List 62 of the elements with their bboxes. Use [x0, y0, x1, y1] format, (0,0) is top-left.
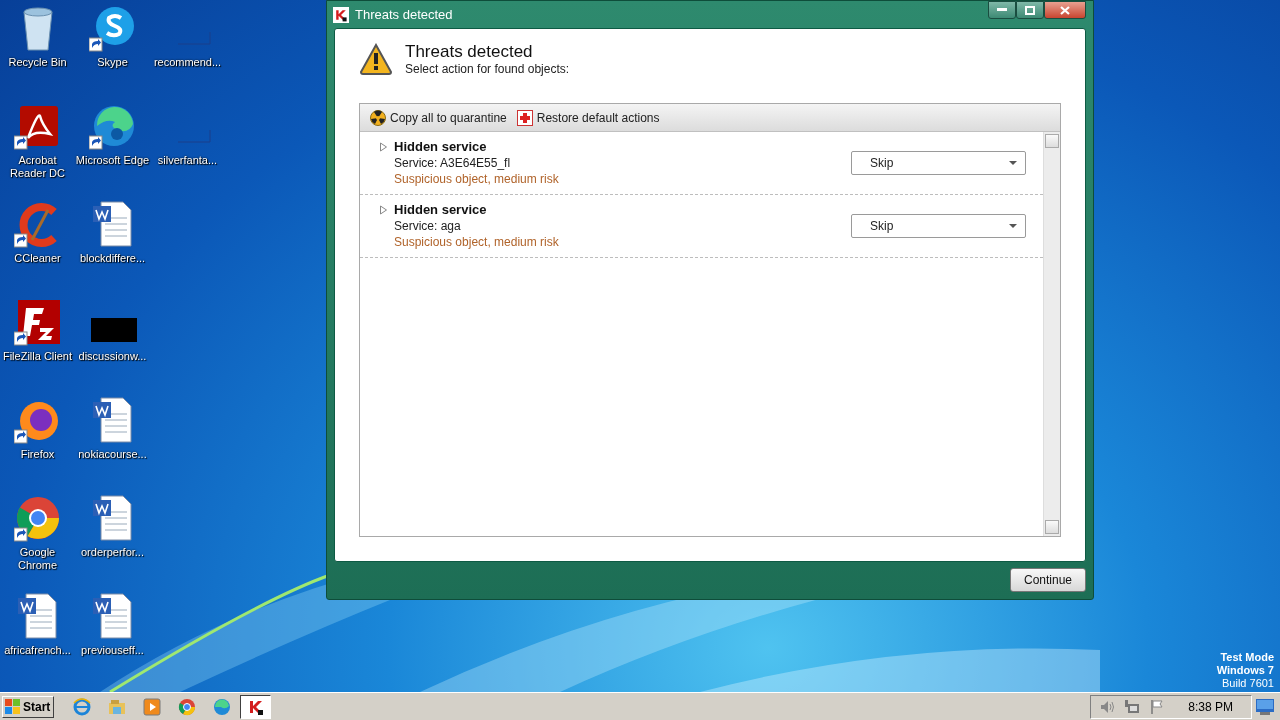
dropdown-caret-icon [1009, 224, 1017, 228]
toolbar-button[interactable]: Restore default actions [516, 109, 660, 126]
os-notice-text: Windows 7 [1216, 664, 1274, 677]
media-player-icon [142, 696, 162, 717]
edge-icon [212, 696, 232, 717]
icon-label: FileZilla Client [1, 350, 74, 363]
chrome-icon[interactable] [13, 494, 62, 542]
threat-detail: Service: aga [394, 218, 462, 234]
threat-name: Hidden service [394, 139, 488, 155]
continue-button[interactable]: Continue [1010, 568, 1086, 592]
dialog-subheading: Select action for found objects: [405, 62, 570, 76]
start-button[interactable]: Start [2, 695, 54, 718]
close-icon [1060, 5, 1070, 15]
action-dropdown[interactable]: Skip [851, 214, 1026, 238]
flag-icon[interactable] [1149, 698, 1166, 715]
windows-logo-icon [5, 699, 21, 714]
network-icon[interactable] [1124, 698, 1141, 715]
icon-label: orderperfor... [80, 546, 145, 559]
maximize-icon [1025, 5, 1035, 15]
radiation-icon [370, 109, 386, 126]
filezilla-icon[interactable] [13, 298, 62, 346]
toolbar-button[interactable]: Copy all to quarantine [370, 109, 507, 126]
dialog-heading: Threats detected [405, 42, 534, 62]
icon-label: Microsoft Edge [75, 154, 150, 167]
skype-icon[interactable] [88, 4, 137, 52]
icon-label: blockdiffere... [78, 252, 147, 265]
icon-label: silverfanta... [156, 154, 219, 167]
icon-label: Recycle Bin [7, 56, 68, 69]
first-aid-icon [516, 109, 533, 126]
icon-label: discussionw... [77, 350, 148, 363]
maximize-button[interactable] [1016, 1, 1044, 19]
app-logo-icon [333, 6, 349, 23]
icon-label: Skype [96, 56, 129, 69]
icon-label: previouseff... [80, 644, 145, 657]
icon-label: Google Chrome [16, 546, 59, 572]
show-desktop-icon[interactable] [1256, 698, 1274, 715]
expand-arrow-icon[interactable] [379, 205, 388, 215]
minimize-icon [997, 8, 1007, 12]
os-notice-text: Build 7601 [1222, 677, 1274, 690]
threat-name: Hidden service [394, 202, 488, 218]
clock[interactable]: 8:38 PM [1188, 699, 1233, 714]
icon-label: recommend... [152, 56, 223, 69]
window-title: Threats detected [355, 7, 454, 22]
action-dropdown[interactable]: Skip [851, 151, 1026, 175]
icon-label: nokiacourse... [77, 448, 148, 461]
vertical-scrollbar[interactable] [1043, 132, 1060, 536]
risk-text: Suspicious object, medium risk [394, 171, 560, 188]
taskbar-app-button[interactable] [240, 694, 271, 719]
risk-text: Suspicious object, medium risk [394, 234, 560, 251]
minimize-button[interactable] [988, 1, 1016, 19]
chrome-icon [177, 696, 197, 717]
warning-icon [359, 43, 393, 75]
icon-label: Firefox [19, 448, 56, 461]
icon-label: CCleaner [13, 252, 62, 265]
icon-label: africafrench... [3, 644, 72, 657]
icon-label: Acrobat Reader DC [9, 154, 66, 180]
os-notice-text: Test Mode [1220, 651, 1274, 664]
threat-detail: Service: A3E64E55_fl [394, 155, 512, 171]
ie-icon [72, 696, 92, 717]
expand-arrow-icon[interactable] [379, 142, 388, 152]
dropdown-caret-icon [1009, 161, 1017, 165]
close-button[interactable] [1044, 1, 1086, 19]
